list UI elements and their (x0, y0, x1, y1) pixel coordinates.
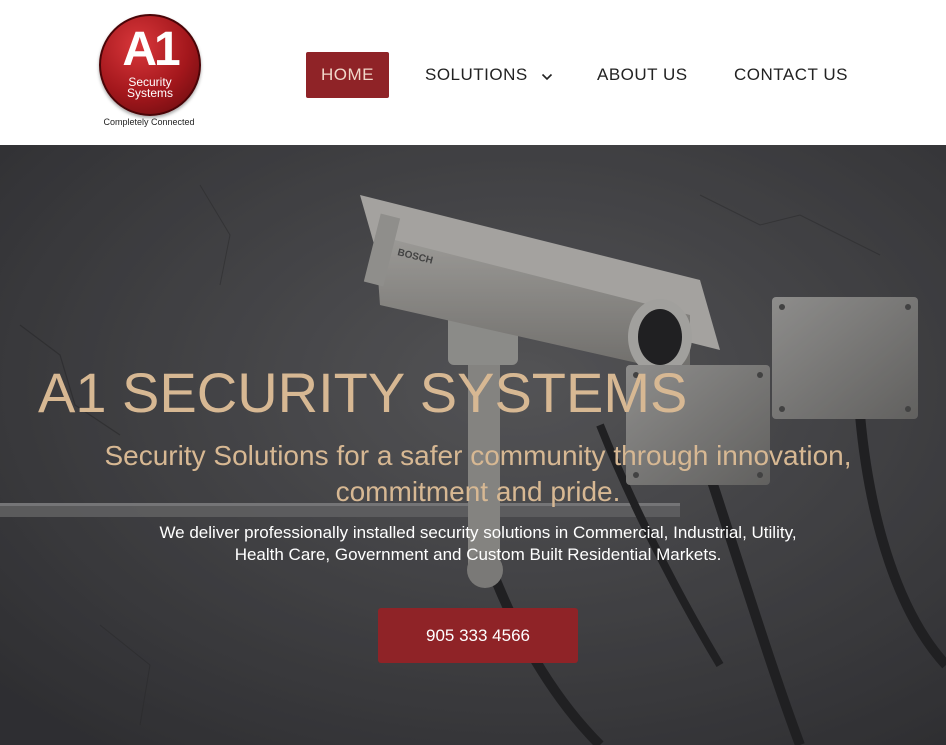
nav-contact-us[interactable]: CONTACT US (734, 52, 848, 98)
logo-tagline: Completely Connected (103, 117, 195, 127)
hero-description: We deliver professionally installed secu… (159, 523, 797, 564)
main-navigation: HOME SOLUTIONS ABOUT US CONTACT US (0, 52, 946, 98)
nav-about-us[interactable]: ABOUT US (597, 52, 688, 98)
hero-title: A1 SECURITY SYSTEMS (38, 361, 688, 424)
chevron-down-icon (541, 53, 553, 99)
phone-cta-button[interactable]: 905 333 4566 (378, 608, 578, 663)
site-header: A1 Security Systems Completely Connected… (0, 0, 946, 145)
nav-home[interactable]: HOME (306, 52, 389, 98)
nav-solutions[interactable]: SOLUTIONS (425, 52, 553, 98)
hero-section: BOSCH A1 SECURITY SYSTEMS Security Solut… (0, 145, 946, 745)
nav-solutions-label: SOLUTIONS (425, 65, 528, 84)
hero-subtitle: Security Solutions for a safer community… (104, 440, 852, 507)
